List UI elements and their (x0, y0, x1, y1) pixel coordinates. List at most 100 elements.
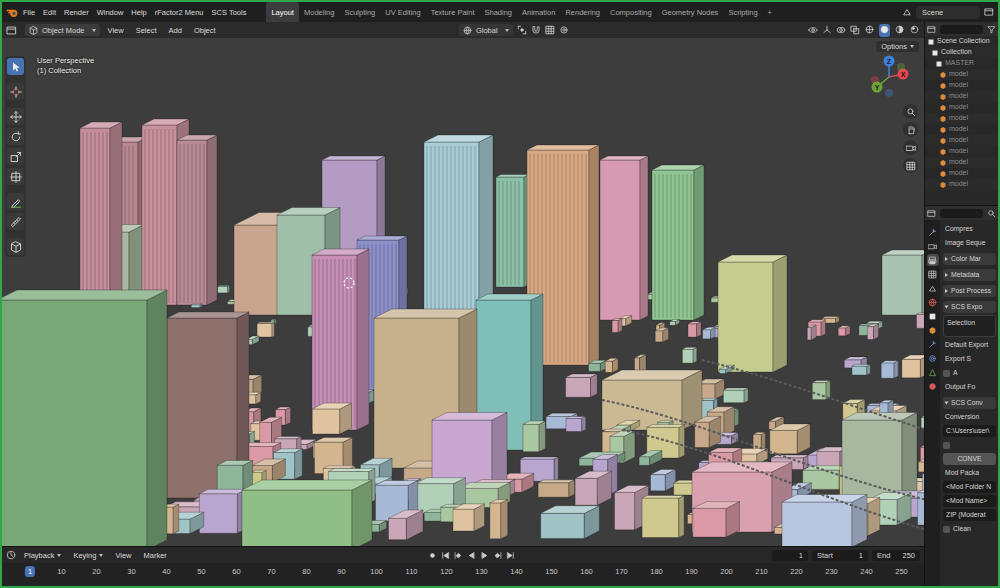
mode-dropdown[interactable]: Object Mode (25, 24, 100, 36)
jump-start-icon[interactable] (441, 551, 450, 560)
menu-item[interactable]: Edit (39, 6, 60, 19)
pivot-icon[interactable] (517, 25, 527, 35)
properties-tab[interactable] (927, 240, 939, 252)
city-scene[interactable] (2, 38, 924, 546)
property-panel[interactable]: SCS Expo (943, 301, 996, 313)
property-field[interactable]: <Mod Folder N (943, 481, 996, 493)
outliner-row[interactable]: model (925, 146, 998, 157)
timeline-menu[interactable]: View (111, 550, 135, 561)
timeline-menu[interactable]: Playback (20, 550, 65, 561)
workspace-tab[interactable]: Scripting (723, 2, 762, 22)
property-field[interactable]: C:\Users\user\ (943, 425, 996, 437)
options-dropdown[interactable]: Options (876, 41, 919, 52)
properties-tab[interactable] (927, 366, 939, 378)
snap-icon[interactable] (531, 25, 541, 35)
nav-button[interactable] (903, 140, 918, 155)
chevron-icon[interactable] (945, 257, 948, 261)
workspace-tab[interactable]: Modeling (299, 2, 339, 22)
outliner-row[interactable]: model (925, 102, 998, 113)
chevron-icon[interactable] (945, 289, 948, 293)
tool-button[interactable] (7, 213, 24, 230)
property-panel[interactable]: Metadata (943, 269, 996, 281)
properties-editor-icon[interactable] (927, 209, 936, 218)
timeline-menu[interactable]: Marker (140, 550, 171, 561)
tool-button[interactable] (7, 108, 24, 125)
outliner-row[interactable]: Scene Collection (925, 36, 998, 47)
editor-type-icon[interactable] (6, 25, 17, 36)
checkbox[interactable] (943, 526, 950, 533)
properties-tab[interactable] (927, 352, 939, 364)
chevron-icon[interactable] (945, 402, 949, 405)
outliner-row[interactable]: model (925, 80, 998, 91)
search-icon[interactable] (987, 209, 996, 218)
record-icon[interactable] (428, 551, 437, 560)
buildings[interactable] (2, 119, 924, 546)
menu-item[interactable]: Help (127, 6, 150, 19)
properties-tab[interactable] (927, 268, 939, 280)
workspace-tab[interactable]: Compositing (605, 2, 657, 22)
timeline-editor-icon[interactable] (6, 550, 16, 560)
chevron-icon[interactable] (945, 273, 948, 277)
outliner-row[interactable]: Collection (925, 47, 998, 58)
property-checkbox[interactable]: Clean (943, 523, 996, 535)
properties-search[interactable] (940, 209, 983, 218)
nav-button[interactable] (903, 122, 918, 137)
shading-button[interactable] (894, 24, 905, 37)
shading-button[interactable] (909, 24, 920, 37)
snap-target-icon[interactable] (545, 25, 555, 35)
outliner-row[interactable]: model (925, 69, 998, 80)
header-menu[interactable]: Add (165, 25, 186, 36)
outliner-row[interactable]: model (925, 91, 998, 102)
3d-viewport[interactable]: User Perspective(1) CollectionOptionsXYZ (2, 38, 924, 546)
tool-button[interactable] (7, 148, 24, 165)
navigation-gizmo[interactable]: XYZ (866, 54, 912, 100)
blender-logo-icon[interactable] (6, 6, 19, 19)
menu-item[interactable]: rFactor2 Menu (151, 6, 208, 19)
properties-tab[interactable] (927, 226, 939, 238)
workspace-tab[interactable]: Layout (266, 2, 299, 22)
property-panel[interactable]: Color Mar (943, 253, 996, 265)
end-frame-field[interactable]: End250 (872, 550, 920, 561)
xray-icon[interactable] (850, 25, 860, 35)
previous-keyframe-icon[interactable] (454, 551, 463, 560)
properties-tab[interactable] (927, 254, 939, 266)
header-menu[interactable]: Select (132, 25, 161, 36)
menu-item[interactable]: Window (93, 6, 128, 19)
axis-handle[interactable] (872, 82, 883, 93)
outliner-editor-icon[interactable] (927, 25, 936, 34)
jump-end-icon[interactable] (506, 551, 515, 560)
properties-tab[interactable] (927, 296, 939, 308)
outliner-row[interactable]: MASTER (925, 58, 998, 69)
tool-button[interactable] (7, 58, 24, 75)
tool-button[interactable] (7, 238, 24, 255)
property-field[interactable]: ZIP (Moderat (943, 509, 996, 521)
workspace-tab[interactable]: Rendering (560, 2, 605, 22)
gizmo-toggle-icon[interactable] (822, 25, 832, 35)
frame-ruler[interactable]: 1102030405060708090100110120130140150160… (2, 563, 924, 586)
workspace-tab[interactable]: Shading (479, 2, 517, 22)
workspace-tab[interactable]: Texture Paint (426, 2, 480, 22)
play-icon[interactable] (480, 551, 489, 560)
start-frame-field[interactable]: Start1 (812, 550, 868, 561)
shading-button[interactable] (879, 24, 890, 37)
nav-button[interactable] (903, 158, 918, 173)
shading-button[interactable] (864, 24, 875, 37)
header-menu[interactable]: View (104, 25, 128, 36)
play-reverse-icon[interactable] (467, 551, 476, 560)
property-panel[interactable]: Post Process (943, 285, 996, 297)
outliner-row[interactable]: model (925, 135, 998, 146)
proportional-edit-icon[interactable] (559, 25, 569, 35)
header-menu[interactable]: Object (190, 25, 220, 36)
properties-tab[interactable] (927, 324, 939, 336)
next-keyframe-icon[interactable] (493, 551, 502, 560)
current-frame-field[interactable]: 1 (772, 550, 808, 561)
orientation-dropdown[interactable]: Global (459, 24, 513, 36)
outliner-row[interactable]: model (925, 168, 998, 179)
workspace-tab[interactable]: Geometry Nodes (657, 2, 724, 22)
view-layer-icon[interactable] (984, 7, 994, 17)
property-box[interactable]: Selection (943, 315, 996, 337)
filter-icon[interactable] (987, 25, 996, 34)
3d-cursor[interactable] (344, 278, 354, 288)
property-panel[interactable]: SCS Conv (943, 397, 996, 409)
property-field[interactable]: <Mod Name> (943, 495, 996, 507)
